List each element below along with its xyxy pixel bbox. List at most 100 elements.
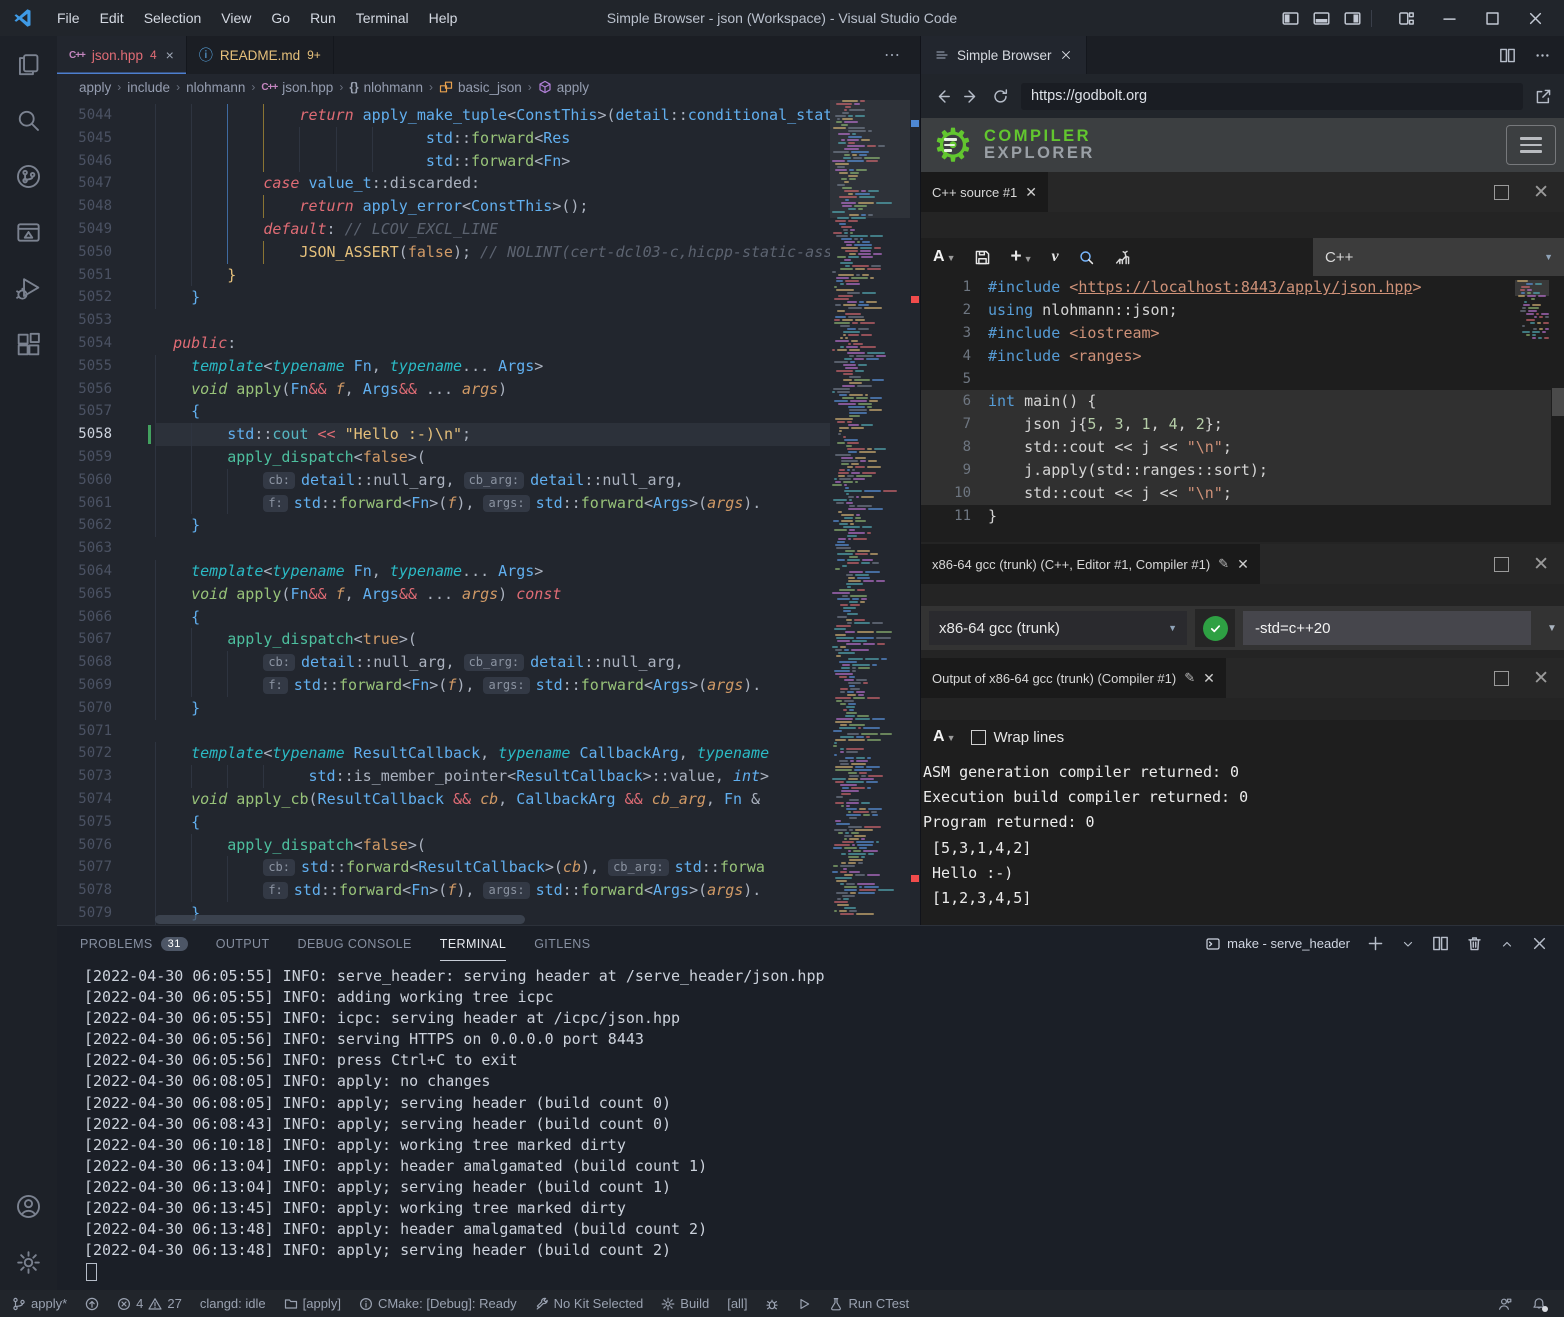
problems-status[interactable]: 427 bbox=[117, 1296, 182, 1311]
edit-icon[interactable]: ✎ bbox=[1218, 556, 1229, 572]
save-icon[interactable] bbox=[974, 249, 991, 266]
close-pane-icon[interactable]: ✕ bbox=[1533, 672, 1549, 685]
menu-go[interactable]: Go bbox=[261, 0, 300, 36]
close-icon[interactable]: ✕ bbox=[1237, 556, 1249, 573]
panel-tab-output[interactable]: OUTPUT bbox=[216, 926, 270, 961]
breadcrumb-item-json-hpp[interactable]: C++json.hpp bbox=[261, 80, 333, 95]
edit-icon[interactable]: ✎ bbox=[1184, 670, 1195, 686]
breadcrumb-item-apply[interactable]: apply bbox=[538, 80, 589, 95]
ce-source-editor[interactable]: 1#include <https://localhost:8443/apply/… bbox=[921, 276, 1564, 542]
forward-icon[interactable] bbox=[963, 88, 980, 105]
maximize-pane-icon[interactable] bbox=[1494, 671, 1509, 686]
ctest-button[interactable]: Run CTest bbox=[829, 1296, 909, 1311]
language-select[interactable]: C++ ▼ bbox=[1313, 238, 1564, 276]
breadcrumb-item-basic-json[interactable]: basic_json bbox=[439, 80, 522, 95]
debug-button[interactable] bbox=[765, 1297, 779, 1311]
panel-tab-terminal[interactable]: TERMINAL bbox=[440, 926, 506, 961]
split-terminal-icon[interactable] bbox=[1432, 935, 1449, 952]
compiler-pane-tab[interactable]: x86-64 gcc (trunk) (C++, Editor #1, Comp… bbox=[921, 544, 1260, 584]
compiler-select[interactable]: x86-64 gcc (trunk) ▼ bbox=[929, 611, 1187, 645]
menu-view[interactable]: View bbox=[211, 0, 261, 36]
horizontal-scrollbar[interactable] bbox=[155, 915, 525, 924]
activity-cmake[interactable] bbox=[0, 204, 57, 260]
maximize-pane-icon[interactable] bbox=[1494, 185, 1509, 200]
close-icon[interactable]: ✕ bbox=[1025, 184, 1037, 201]
notifications-bell[interactable] bbox=[1532, 1297, 1546, 1311]
menu-selection[interactable]: Selection bbox=[134, 0, 212, 36]
cmake-status[interactable]: CMake: [Debug]: Ready bbox=[359, 1296, 517, 1311]
build-button[interactable]: Build bbox=[661, 1296, 709, 1311]
breadcrumb-item-nlohmann[interactable]: nlohmann bbox=[186, 80, 245, 95]
close-pane-icon[interactable]: ✕ bbox=[1533, 558, 1549, 571]
reload-icon[interactable] bbox=[992, 88, 1009, 105]
build-target[interactable]: [all] bbox=[727, 1296, 747, 1311]
code-editor[interactable]: 5044return apply_make_tuple<ConstThis>(d… bbox=[57, 100, 920, 925]
compiler-options-input[interactable]: -std=c++20 bbox=[1243, 611, 1531, 645]
back-icon[interactable] bbox=[934, 88, 951, 105]
toggle-panel-icon[interactable] bbox=[1313, 10, 1330, 27]
activity-explorer[interactable] bbox=[0, 36, 57, 92]
editor-actions-more[interactable]: ⋯ bbox=[866, 36, 920, 74]
terminal-output[interactable]: [2022-04-30 06:05:55] INFO: serve_header… bbox=[84, 966, 1554, 1291]
close-icon[interactable] bbox=[1060, 49, 1072, 61]
output-font-size-button[interactable]: A▼ bbox=[933, 728, 955, 746]
feedback-button[interactable] bbox=[1498, 1297, 1512, 1311]
activity-source-control[interactable] bbox=[0, 148, 57, 204]
toggle-sidebar-icon[interactable] bbox=[1282, 10, 1299, 27]
activity-account[interactable] bbox=[0, 1178, 57, 1234]
breadcrumb-item-apply[interactable]: apply bbox=[79, 80, 111, 95]
close-panel-icon[interactable] bbox=[1531, 935, 1548, 952]
activity-run-debug[interactable] bbox=[0, 260, 57, 316]
maximize-icon[interactable] bbox=[1484, 10, 1501, 27]
menu-edit[interactable]: Edit bbox=[90, 0, 134, 36]
launch-button[interactable] bbox=[797, 1297, 811, 1311]
minimap[interactable] bbox=[830, 100, 910, 925]
tab-json-hpp[interactable]: C++json.hpp4× bbox=[57, 36, 187, 74]
git-branch-status[interactable]: apply* bbox=[12, 1296, 67, 1311]
breadcrumb-item-include[interactable]: include bbox=[127, 80, 170, 95]
terminal-instance[interactable]: make - serve_header bbox=[1206, 936, 1350, 951]
cmake-folder-status[interactable]: [apply] bbox=[284, 1296, 341, 1311]
clangd-status[interactable]: clangd: idle bbox=[200, 1296, 266, 1311]
close-window-icon[interactable] bbox=[1527, 10, 1544, 27]
more-actions-icon[interactable] bbox=[1534, 47, 1551, 64]
font-size-button[interactable]: A▼ bbox=[933, 248, 955, 266]
customize-layout-icon[interactable] bbox=[1398, 10, 1415, 27]
activity-search[interactable] bbox=[0, 92, 57, 148]
tab-simple-browser[interactable]: Simple Browser bbox=[921, 36, 1087, 74]
close-icon[interactable]: × bbox=[166, 47, 174, 63]
kill-terminal-icon[interactable] bbox=[1466, 935, 1483, 952]
menu-file[interactable]: File bbox=[47, 0, 90, 36]
menu-help[interactable]: Help bbox=[419, 0, 468, 36]
ce-scrollbar[interactable] bbox=[1551, 276, 1564, 542]
add-pane-button[interactable]: +▼ bbox=[1010, 246, 1032, 268]
search-icon[interactable] bbox=[1078, 249, 1095, 266]
wrap-lines-checkbox[interactable]: Wrap lines bbox=[971, 729, 1064, 746]
maximize-panel-icon[interactable] bbox=[1500, 937, 1514, 951]
activity-extensions[interactable] bbox=[0, 316, 57, 372]
new-terminal-icon[interactable] bbox=[1367, 935, 1384, 952]
maximize-pane-icon[interactable] bbox=[1494, 557, 1509, 572]
panel-tab-debug-console[interactable]: DEBUG CONSOLE bbox=[298, 926, 412, 961]
url-input[interactable] bbox=[1021, 83, 1523, 110]
minimize-icon[interactable] bbox=[1441, 10, 1458, 27]
panel-tab-gitlens[interactable]: GITLENS bbox=[534, 926, 590, 961]
panel-tab-problems[interactable]: PROBLEMS31 bbox=[80, 926, 188, 961]
tab-readme-md[interactable]: ⓘREADME.md9+ bbox=[187, 36, 334, 74]
toggle-secondary-sidebar-icon[interactable] bbox=[1344, 10, 1361, 27]
antelope-icon[interactable] bbox=[1114, 249, 1131, 266]
vim-mode-button[interactable]: v bbox=[1052, 248, 1059, 266]
terminal-picker-chevron-icon[interactable] bbox=[1401, 937, 1415, 951]
activity-settings[interactable] bbox=[0, 1234, 57, 1290]
source-pane-tab[interactable]: C++ source #1 ✕ bbox=[921, 172, 1048, 212]
close-pane-icon[interactable]: ✕ bbox=[1533, 186, 1549, 199]
breadcrumb-item-nlohmann[interactable]: {}nlohmann bbox=[349, 80, 423, 95]
publish-button[interactable] bbox=[85, 1297, 99, 1311]
close-icon[interactable]: ✕ bbox=[1203, 670, 1215, 687]
output-pane-tab[interactable]: Output of x86-64 gcc (trunk) (Compiler #… bbox=[921, 658, 1226, 698]
split-editor-icon[interactable] bbox=[1499, 47, 1516, 64]
menu-run[interactable]: Run bbox=[300, 0, 346, 36]
hamburger-menu-icon[interactable] bbox=[1506, 125, 1556, 165]
menu-terminal[interactable]: Terminal bbox=[346, 0, 419, 36]
options-dropdown-icon[interactable]: ▼ bbox=[1539, 623, 1564, 634]
